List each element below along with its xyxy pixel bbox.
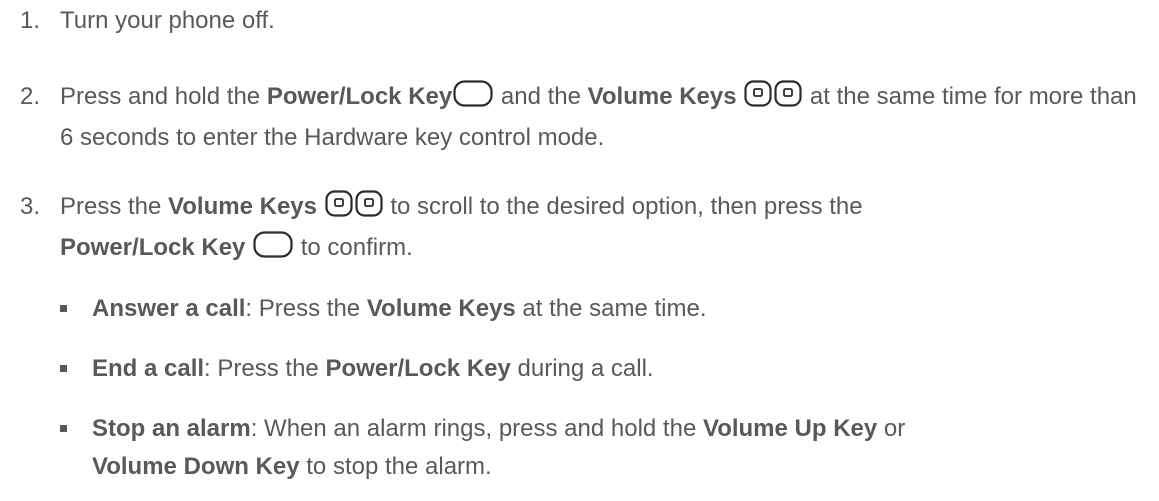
power-lock-key-label: Power/Lock Key xyxy=(60,234,246,261)
volume-key-icon xyxy=(325,190,353,229)
bullet-title: End a call xyxy=(92,355,205,382)
volume-key-icon xyxy=(355,190,383,229)
step-number: 2. xyxy=(20,83,41,110)
step-text: Press the Volume Keys to scroll to the d… xyxy=(60,188,1140,270)
bullet-marker xyxy=(60,425,67,432)
power-lock-key-label: Power/Lock Key xyxy=(266,83,453,110)
volume-keys-label: Volume Keys xyxy=(587,83,737,110)
bullet-marker xyxy=(60,305,67,312)
step-text: Turn your phone off. xyxy=(60,7,275,34)
volume-keys-label: Volume Keys xyxy=(168,193,317,220)
bullet-marker xyxy=(60,365,67,372)
bullet-title: Stop an alarm xyxy=(92,415,251,442)
step-number: 1. xyxy=(20,7,41,34)
step-number: 3. xyxy=(20,193,41,220)
volume-key-icon xyxy=(744,80,772,119)
step-text: Press and hold the Power/Lock Key and th… xyxy=(60,78,1140,157)
power-lock-key-icon xyxy=(253,231,293,270)
instruction-document: 1. Turn your phone off. 2. Press and hol… xyxy=(0,0,1159,501)
bullet-title: Answer a call xyxy=(92,295,246,322)
volume-key-icon xyxy=(774,80,802,119)
power-lock-key-icon xyxy=(453,80,493,119)
